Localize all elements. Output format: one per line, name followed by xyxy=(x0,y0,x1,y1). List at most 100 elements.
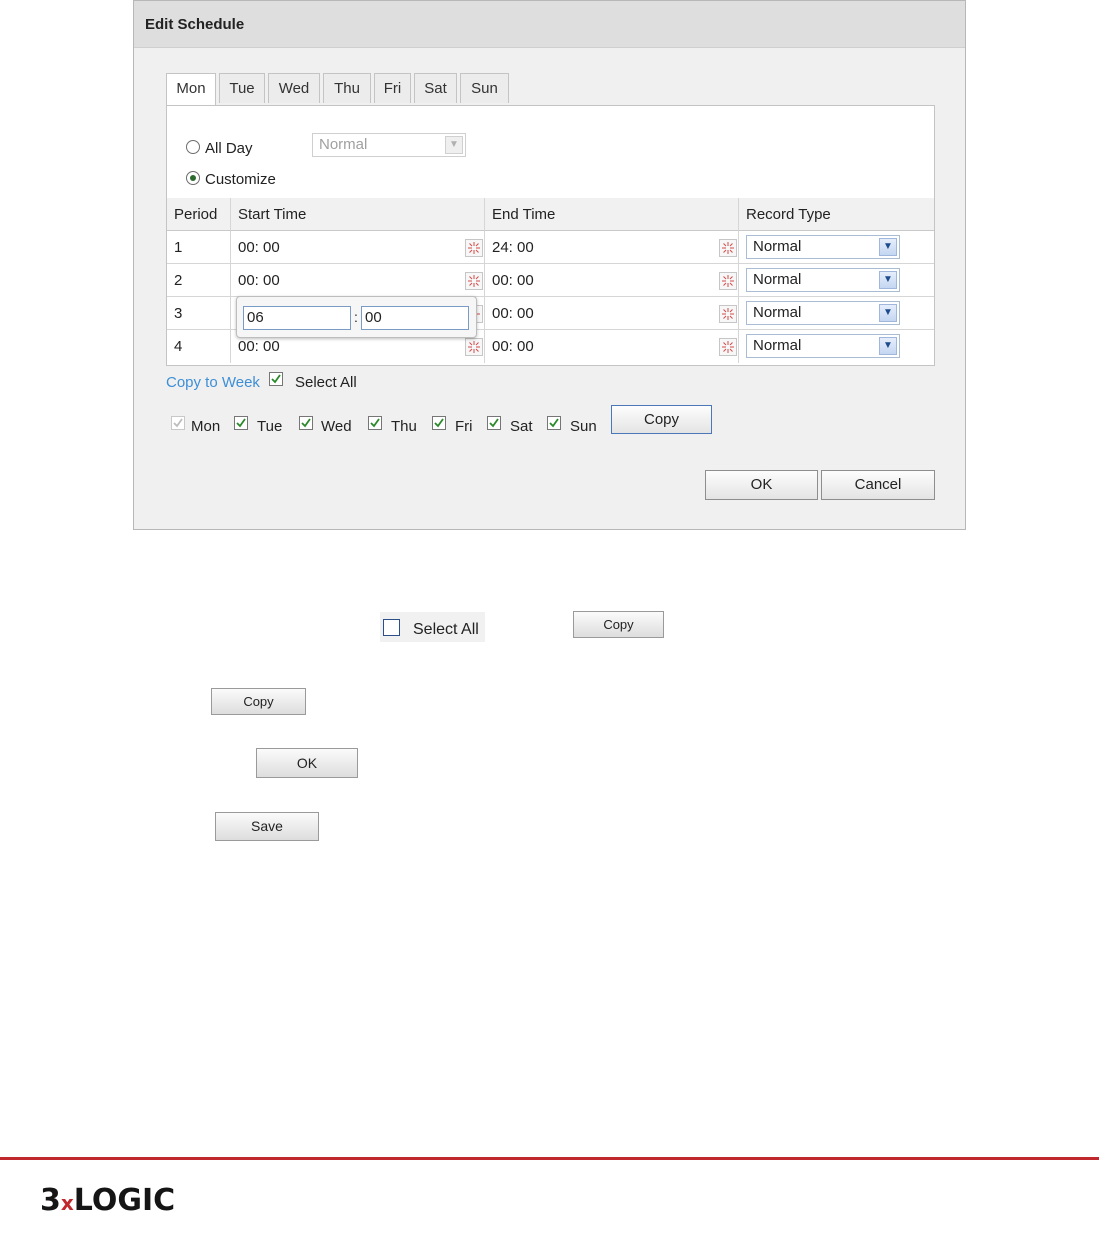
day-checkbox-tue[interactable] xyxy=(234,416,248,430)
end-time-cell[interactable]: 24: 00 xyxy=(485,231,739,264)
period-cell: 1 xyxy=(167,231,231,264)
period-cell: 3 xyxy=(167,297,231,330)
record-type-select[interactable]: Normal ▼ xyxy=(746,334,900,358)
clock-icon[interactable] xyxy=(465,338,483,356)
ok-button-example[interactable]: OK xyxy=(256,748,358,778)
all-day-type-select: Normal ▼ xyxy=(312,133,466,157)
select-all-example: Select All xyxy=(380,612,485,642)
cancel-button[interactable]: Cancel xyxy=(821,470,935,500)
chevron-down-icon: ▼ xyxy=(445,136,463,154)
tab-mon[interactable]: Mon xyxy=(166,73,216,105)
end-time-cell[interactable]: 00: 00 xyxy=(485,264,739,297)
day-checkbox-sun[interactable] xyxy=(547,416,561,430)
copy-button-example-2[interactable]: Copy xyxy=(211,688,306,715)
day-checkbox-wed[interactable] xyxy=(299,416,313,430)
minute-input[interactable]: 00 xyxy=(361,306,469,330)
select-all-checkbox[interactable] xyxy=(269,372,283,386)
day-label-wed: Wed xyxy=(321,418,352,435)
time-separator: : xyxy=(354,309,358,325)
record-type-value: Normal xyxy=(753,271,802,288)
header-end-time: End Time xyxy=(485,198,739,231)
all-day-radio[interactable] xyxy=(186,140,200,154)
day-checkbox-mon xyxy=(171,416,185,430)
start-time-value: 00: 00 xyxy=(238,338,280,355)
radio-selected-dot xyxy=(190,175,196,181)
start-time-value: 00: 00 xyxy=(238,239,280,256)
day-label-tue: Tue xyxy=(257,418,283,435)
select-all-label-example: Select All xyxy=(413,621,479,638)
chevron-down-icon: ▼ xyxy=(879,271,897,289)
day-checkbox-thu[interactable] xyxy=(368,416,382,430)
check-icon xyxy=(301,418,311,428)
day-label-sun: Sun xyxy=(570,418,597,435)
copy-button[interactable]: Copy xyxy=(611,405,712,434)
logo-part-3: 3 xyxy=(40,1183,61,1218)
tab-wed[interactable]: Wed xyxy=(268,73,320,103)
start-time-value: 00: 00 xyxy=(238,272,280,289)
day-label-thu: Thu xyxy=(391,418,417,435)
ok-button[interactable]: OK xyxy=(705,470,818,500)
customize-label: Customize xyxy=(205,171,276,188)
record-type-select[interactable]: Normal ▼ xyxy=(746,235,900,259)
check-icon xyxy=(271,374,281,384)
all-day-label: All Day xyxy=(205,140,253,157)
select-all-checkbox-example[interactable] xyxy=(383,619,400,636)
copy-to-week-link[interactable]: Copy to Week xyxy=(166,374,260,391)
3xlogic-logo: 3xLOGIC xyxy=(40,1183,175,1218)
day-label-sat: Sat xyxy=(510,418,533,435)
tab-sun[interactable]: Sun xyxy=(460,73,509,103)
save-button[interactable]: Save xyxy=(215,812,319,841)
header-period: Period xyxy=(167,198,231,231)
header-start-time: Start Time xyxy=(231,198,485,231)
start-time-cell[interactable]: 00: 00 xyxy=(231,231,485,264)
check-icon xyxy=(236,418,246,428)
chevron-down-icon: ▼ xyxy=(879,337,897,355)
record-type-value: Normal xyxy=(753,238,802,255)
tab-tue[interactable]: Tue xyxy=(219,73,265,103)
end-time-value: 00: 00 xyxy=(492,305,534,322)
select-all-label: Select All xyxy=(295,374,357,391)
time-picker-popup: 06 : 00 xyxy=(236,296,477,338)
check-icon xyxy=(489,418,499,428)
schedule-table: Period Start Time End Time Record Type 1… xyxy=(167,198,934,364)
day-checkbox-fri[interactable] xyxy=(432,416,446,430)
copy-button-example[interactable]: Copy xyxy=(573,611,664,638)
clock-icon[interactable] xyxy=(465,239,483,257)
day-checkbox-sat[interactable] xyxy=(487,416,501,430)
dialog-header: Edit Schedule xyxy=(134,1,965,48)
clock-icon[interactable] xyxy=(719,272,737,290)
hour-input[interactable]: 06 xyxy=(243,306,351,330)
tab-fri[interactable]: Fri xyxy=(374,73,411,103)
end-time-value: 00: 00 xyxy=(492,338,534,355)
chevron-down-icon: ▼ xyxy=(879,238,897,256)
end-time-value: 24: 00 xyxy=(492,239,534,256)
clock-icon[interactable] xyxy=(465,272,483,290)
record-type-select[interactable]: Normal ▼ xyxy=(746,268,900,292)
all-day-type-value: Normal xyxy=(319,136,368,153)
customize-radio[interactable] xyxy=(186,171,200,185)
footer-divider xyxy=(0,1157,1099,1160)
end-time-cell[interactable]: 00: 00 xyxy=(485,297,739,330)
check-icon xyxy=(549,418,559,428)
clock-icon[interactable] xyxy=(719,338,737,356)
clock-icon[interactable] xyxy=(719,239,737,257)
start-time-cell[interactable]: 00: 00 xyxy=(231,264,485,297)
end-time-cell[interactable]: 00: 00 xyxy=(485,330,739,363)
period-cell: 2 xyxy=(167,264,231,297)
check-icon xyxy=(173,418,183,428)
edit-schedule-dialog: Edit Schedule Mon Tue Wed Thu Fri Sat Su… xyxy=(133,0,966,530)
dialog-title: Edit Schedule xyxy=(145,16,245,33)
clock-icon[interactable] xyxy=(719,305,737,323)
tab-sat[interactable]: Sat xyxy=(414,73,457,103)
period-cell: 4 xyxy=(167,330,231,363)
record-type-select[interactable]: Normal ▼ xyxy=(746,301,900,325)
logo-part-x: x xyxy=(60,1191,74,1215)
chevron-down-icon: ▼ xyxy=(879,304,897,322)
day-label-fri: Fri xyxy=(455,418,473,435)
end-time-value: 00: 00 xyxy=(492,272,534,289)
record-type-value: Normal xyxy=(753,304,802,321)
logo-part-logic: LOGIC xyxy=(73,1183,176,1218)
tab-thu[interactable]: Thu xyxy=(323,73,371,103)
check-icon xyxy=(434,418,444,428)
record-type-value: Normal xyxy=(753,337,802,354)
